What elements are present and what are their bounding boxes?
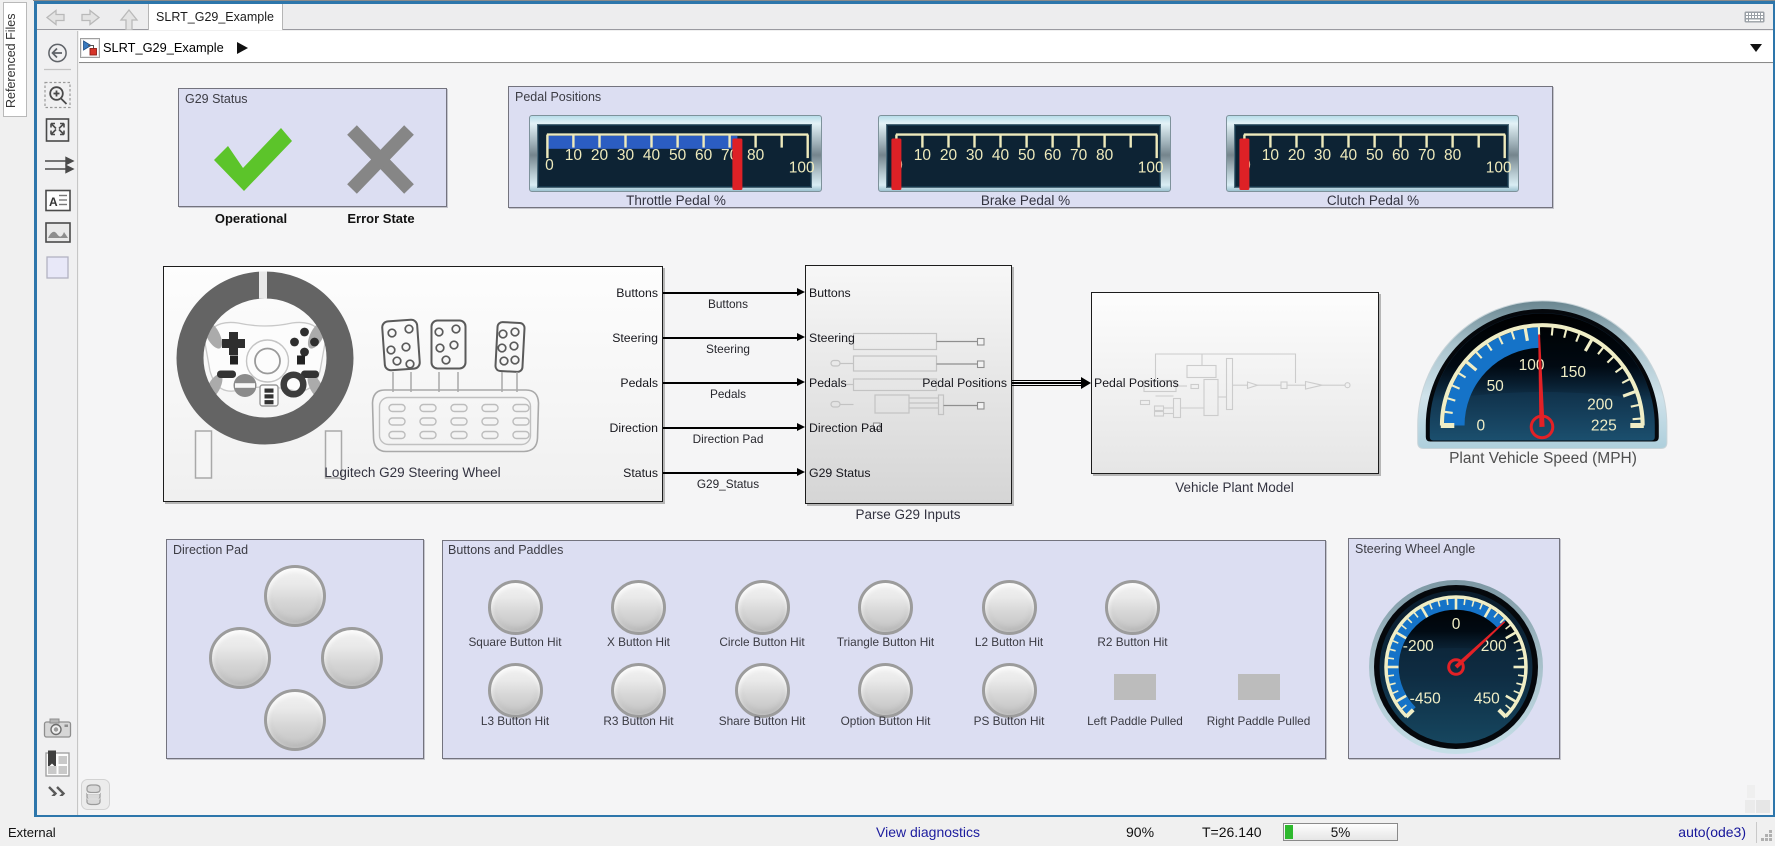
- svg-text:10: 10: [1262, 147, 1280, 164]
- svg-text:80: 80: [746, 147, 764, 164]
- svg-text:-200: -200: [1403, 638, 1434, 655]
- svg-text:-450: -450: [1410, 690, 1441, 707]
- svg-text:60: 60: [1043, 147, 1061, 164]
- svg-text:30: 30: [616, 147, 634, 164]
- svg-text:50: 50: [1366, 147, 1384, 164]
- svg-text:20: 20: [1288, 147, 1306, 164]
- svg-text:80: 80: [1444, 147, 1462, 164]
- svg-text:0: 0: [1452, 616, 1461, 633]
- svg-text:200: 200: [1587, 397, 1613, 414]
- svg-text:80: 80: [1095, 147, 1113, 164]
- svg-text:40: 40: [1340, 147, 1358, 164]
- svg-text:100: 100: [788, 160, 814, 177]
- svg-text:30: 30: [965, 147, 983, 164]
- svg-text:20: 20: [590, 147, 608, 164]
- svg-text:0: 0: [545, 157, 554, 174]
- svg-text:70: 70: [1418, 147, 1436, 164]
- svg-text:30: 30: [1314, 147, 1332, 164]
- svg-text:60: 60: [694, 147, 712, 164]
- svg-text:100: 100: [1486, 160, 1512, 177]
- svg-text:A: A: [49, 195, 58, 209]
- svg-text:10: 10: [564, 147, 582, 164]
- svg-text:60: 60: [1392, 147, 1410, 164]
- svg-text:50: 50: [1017, 147, 1035, 164]
- svg-text:150: 150: [1560, 364, 1586, 381]
- svg-text:70: 70: [1069, 147, 1087, 164]
- svg-text:40: 40: [642, 147, 660, 164]
- svg-text:0: 0: [1476, 418, 1485, 435]
- svg-text:450: 450: [1474, 690, 1500, 707]
- svg-text:50: 50: [668, 147, 686, 164]
- svg-text:50: 50: [1487, 378, 1505, 395]
- svg-text:225: 225: [1591, 418, 1617, 435]
- svg-text:100: 100: [1137, 160, 1163, 177]
- svg-text:10: 10: [913, 147, 931, 164]
- svg-text:40: 40: [991, 147, 1009, 164]
- svg-text:20: 20: [939, 147, 957, 164]
